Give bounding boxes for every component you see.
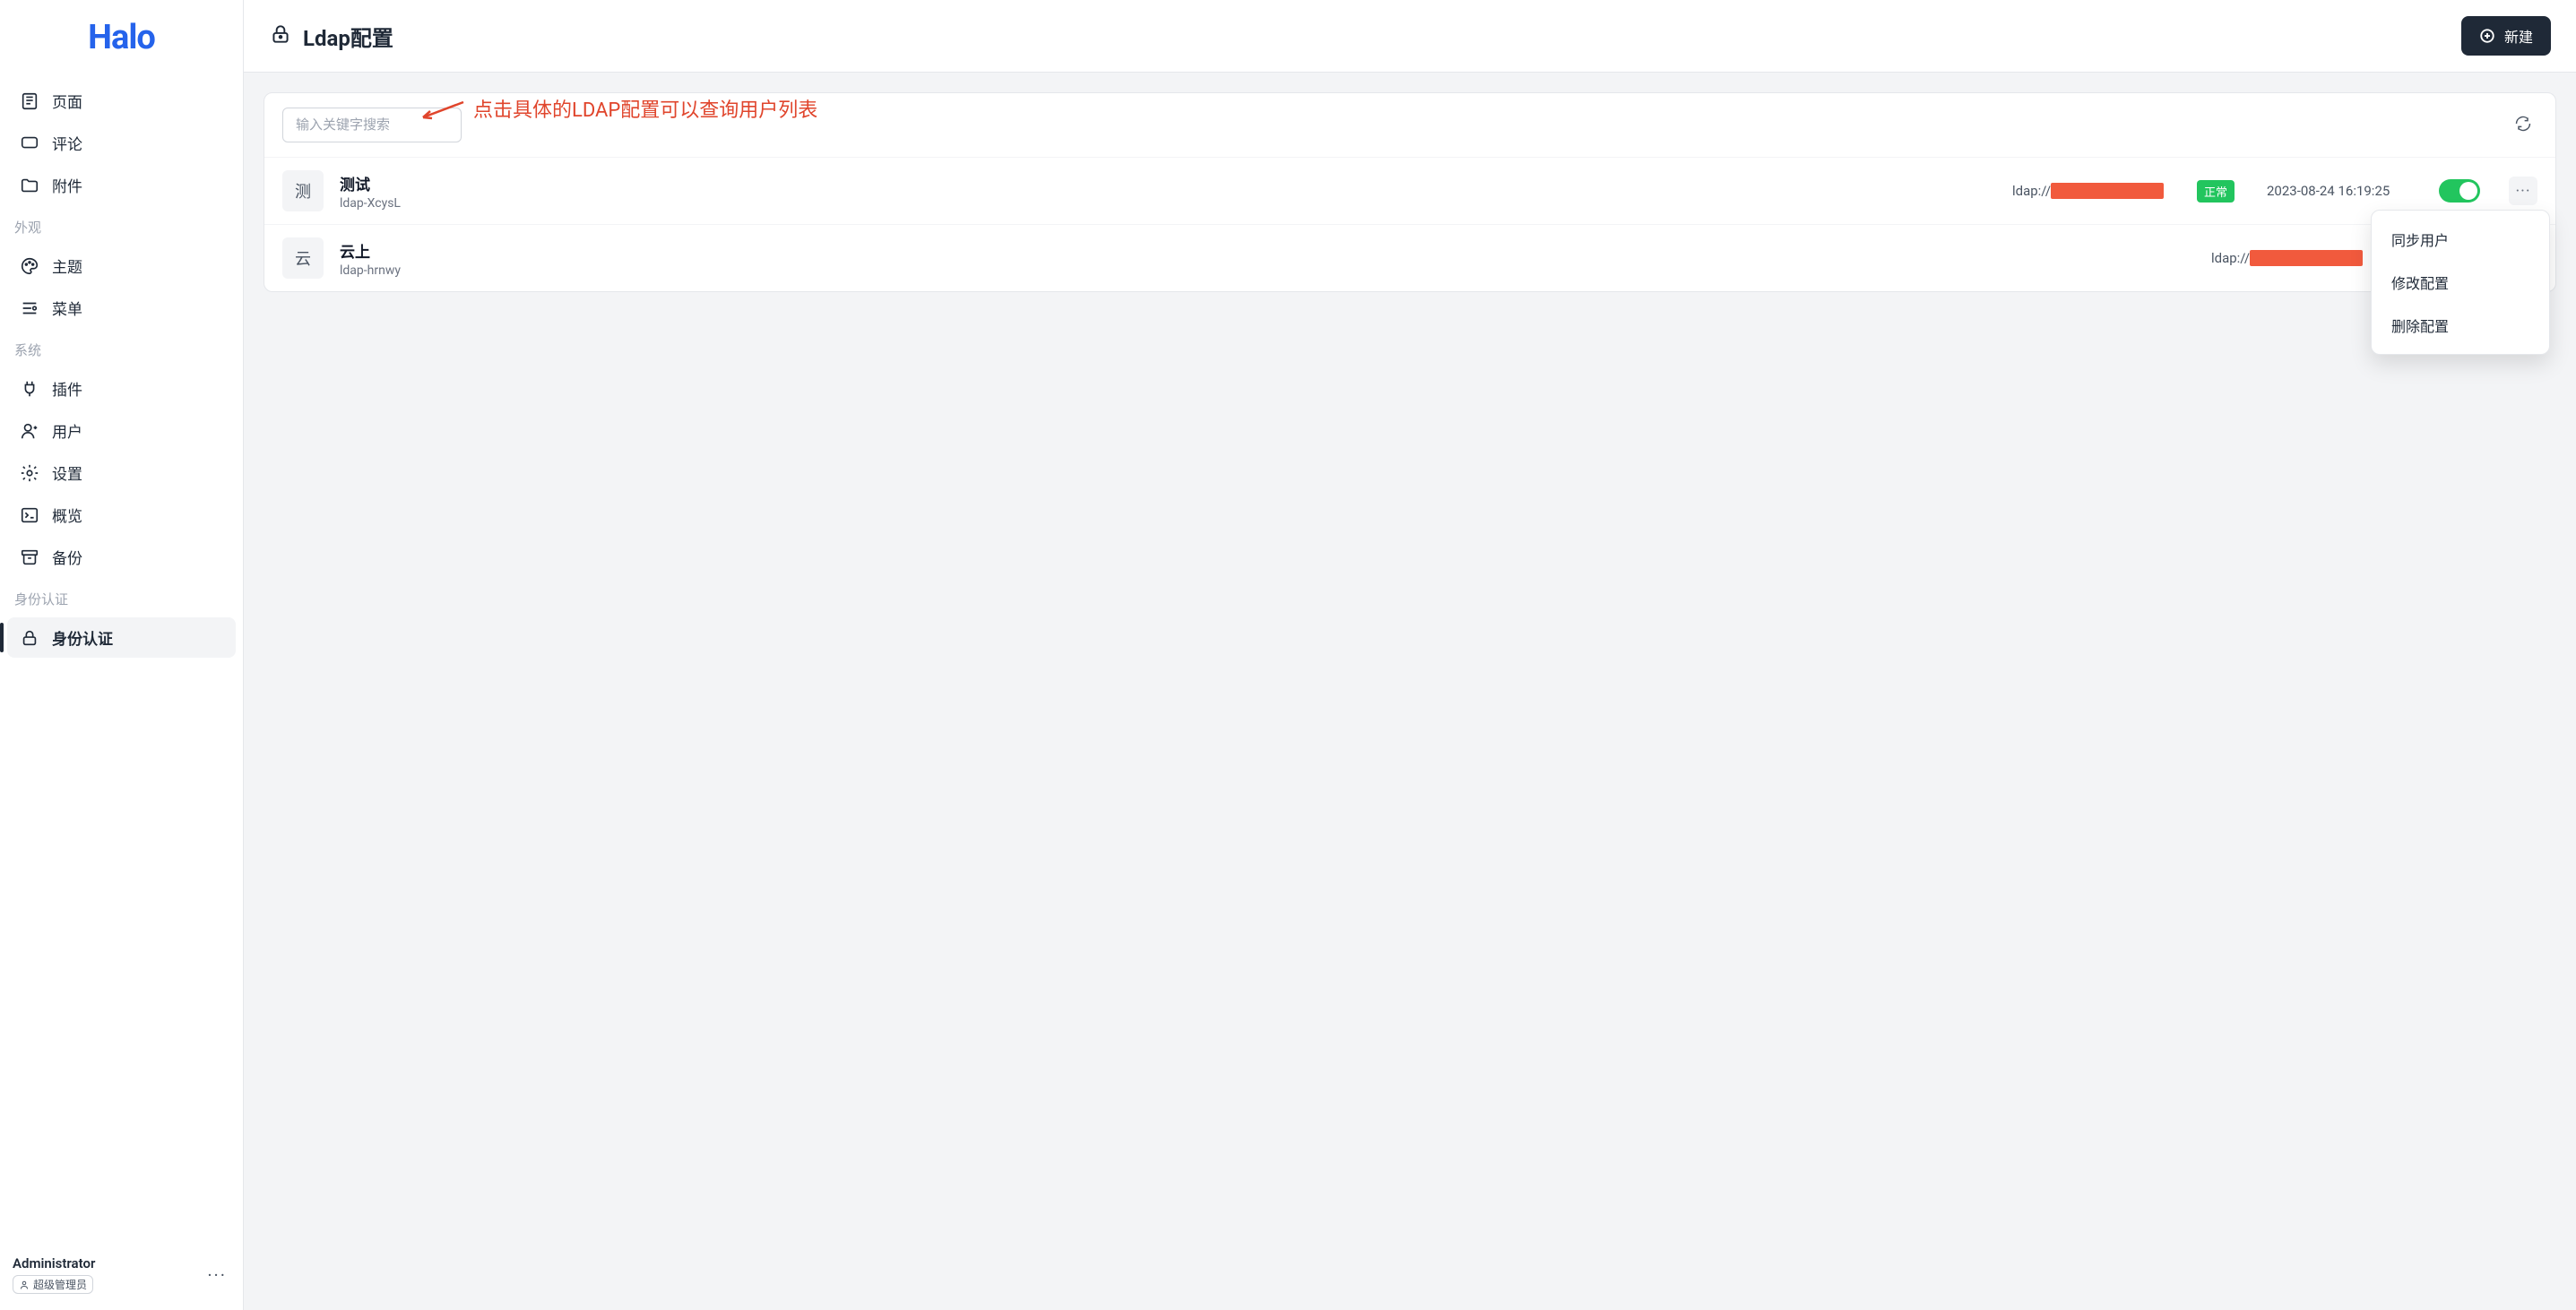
header-title: Ldap配置 <box>269 21 393 52</box>
nav-label: 设置 <box>52 461 82 484</box>
main: Ldap配置 新建 测 测试 ldap-XcysL <box>244 0 2576 1310</box>
user-name: Administrator <box>13 1255 95 1271</box>
menu-settings-icon <box>20 298 39 318</box>
row-avatar: 测 <box>282 170 324 211</box>
nav-item-theme[interactable]: 主题 <box>7 246 236 286</box>
list-card: 测 测试 ldap-XcysL ldap:// 正常 2023-08-24 16… <box>264 92 2556 292</box>
nav-item-menu[interactable]: 菜单 <box>7 288 236 328</box>
nav-item-auth[interactable]: 身份认证 <box>7 617 236 658</box>
nav-label: 用户 <box>52 419 82 442</box>
page-title: Ldap配置 <box>303 21 393 52</box>
nav-item-comments[interactable]: 评论 <box>7 123 236 163</box>
header: Ldap配置 新建 <box>244 0 2576 73</box>
nav-item-plugins[interactable]: 插件 <box>7 368 236 409</box>
role-badge: 超级管理员 <box>13 1275 93 1294</box>
nav-label: 插件 <box>52 377 82 400</box>
status-badge: 正常 <box>2197 180 2235 203</box>
brand-logo: Halo <box>0 18 243 57</box>
nav: 页面 评论 附件 外观 主题 <box>0 79 243 1243</box>
sidebar: Halo 页面 评论 附件 外观 <box>0 0 244 1310</box>
user-info: Administrator 超级管理员 <box>13 1255 95 1294</box>
row-sub: ldap-XcysL <box>340 196 1996 211</box>
terminal-icon <box>20 505 39 525</box>
refresh-icon <box>2514 115 2532 133</box>
nav-item-backup[interactable]: 备份 <box>7 537 236 577</box>
new-button-label: 新建 <box>2504 25 2533 47</box>
table-row[interactable]: 测 测试 ldap-XcysL ldap:// 正常 2023-08-24 16… <box>264 157 2555 224</box>
row-date: 2023-08-24 16:19:25 <box>2267 183 2410 199</box>
dropdown-delete[interactable]: 删除配置 <box>2379 304 2542 347</box>
plus-icon <box>2479 28 2495 44</box>
row-more-button[interactable]: ··· <box>2509 177 2537 205</box>
row-name: 云上 <box>340 239 2195 262</box>
nav-item-overview[interactable]: 概览 <box>7 495 236 535</box>
row-name: 测试 <box>340 172 1996 194</box>
logo-wrap: Halo <box>0 0 243 79</box>
section-label-appearance: 外观 <box>7 207 236 244</box>
page-icon <box>20 91 39 111</box>
folder-icon <box>20 176 39 195</box>
dropdown-edit[interactable]: 修改配置 <box>2379 261 2542 304</box>
gear-icon <box>20 463 39 483</box>
url-redacted <box>2250 250 2363 266</box>
lock-icon <box>269 22 292 49</box>
nav-label: 附件 <box>52 174 82 196</box>
nav-label: 评论 <box>52 132 82 154</box>
url-prefix: ldap:// <box>2211 250 2250 266</box>
plug-icon <box>20 379 39 399</box>
nav-item-settings[interactable]: 设置 <box>7 452 236 493</box>
nav-label: 主题 <box>52 254 82 277</box>
user-more-button[interactable]: ··· <box>203 1261 230 1289</box>
table-row[interactable]: 云 云上 ldap-hrnwy ldap:// 正常 2023-08- <box>264 224 2555 291</box>
nav-label: 菜单 <box>52 297 82 319</box>
content: 测 测试 ldap-XcysL ldap:// 正常 2023-08-24 16… <box>244 73 2576 1310</box>
nav-label: 页面 <box>52 90 82 112</box>
row-name-block[interactable]: 云上 ldap-hrnwy <box>340 239 2195 278</box>
refresh-button[interactable] <box>2509 109 2537 142</box>
nav-item-users[interactable]: 用户 <box>7 410 236 451</box>
url-prefix: ldap:// <box>2012 183 2051 199</box>
nav-label: 身份认证 <box>52 626 113 649</box>
row-dropdown: 同步用户 修改配置 删除配置 <box>2371 210 2550 355</box>
lock-icon <box>20 628 39 648</box>
nav-label: 备份 <box>52 546 82 568</box>
comment-icon <box>20 134 39 153</box>
row-url: ldap:// <box>2211 250 2364 266</box>
nav-item-attachments[interactable]: 附件 <box>7 165 236 205</box>
section-label-auth: 身份认证 <box>7 579 236 616</box>
url-redacted <box>2051 183 2164 199</box>
section-label-system: 系统 <box>7 330 236 366</box>
user-footer: Administrator 超级管理员 ··· <box>0 1243 243 1310</box>
archive-icon <box>20 547 39 567</box>
new-button[interactable]: 新建 <box>2461 16 2551 56</box>
search-input[interactable] <box>282 108 462 142</box>
row-name-block[interactable]: 测试 ldap-XcysL <box>340 172 1996 211</box>
enable-toggle[interactable] <box>2439 179 2480 203</box>
dropdown-sync[interactable]: 同步用户 <box>2379 218 2542 261</box>
user-icon <box>20 421 39 441</box>
card-head <box>264 93 2555 157</box>
nav-item-pages[interactable]: 页面 <box>7 81 236 121</box>
row-url: ldap:// <box>2012 183 2165 199</box>
palette-icon <box>20 256 39 276</box>
row-avatar: 云 <box>282 237 324 279</box>
nav-label: 概览 <box>52 504 82 526</box>
row-sub: ldap-hrnwy <box>340 263 2195 278</box>
role-icon <box>19 1280 30 1290</box>
role-label: 超级管理员 <box>33 1277 87 1292</box>
